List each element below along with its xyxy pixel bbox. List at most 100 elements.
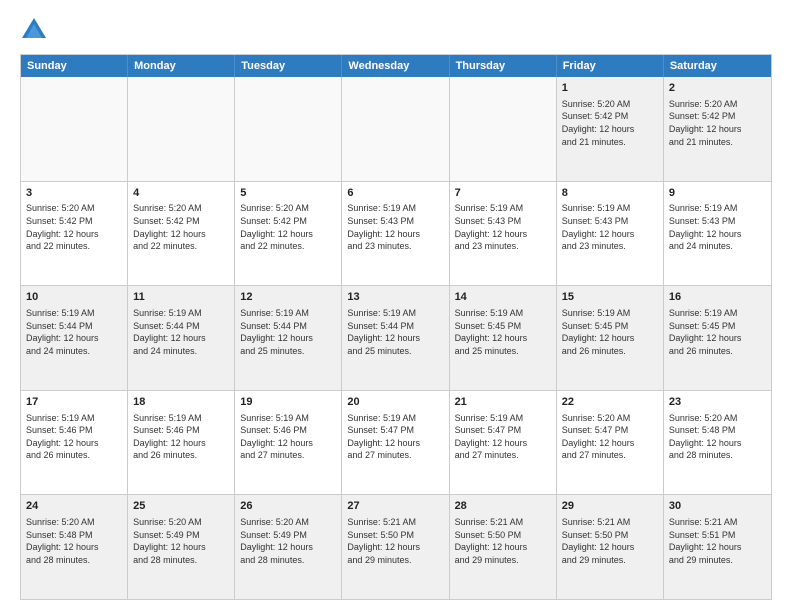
day-info: Sunrise: 5:19 AM Sunset: 5:46 PM Dayligh… xyxy=(26,412,122,462)
calendar-row: 24 Sunrise: 5:20 AM Sunset: 5:48 PM Dayli… xyxy=(21,494,771,599)
day-number: 2 xyxy=(669,81,766,96)
day-info: Sunrise: 5:20 AM Sunset: 5:42 PM Dayligh… xyxy=(240,202,336,252)
day-number: 22 xyxy=(562,395,658,410)
calendar-cell: 10 Sunrise: 5:19 AM Sunset: 5:44 PM Dayli… xyxy=(21,286,128,390)
calendar-cell: 22 Sunrise: 5:20 AM Sunset: 5:47 PM Dayli… xyxy=(557,391,664,495)
day-info: Sunrise: 5:19 AM Sunset: 5:44 PM Dayligh… xyxy=(26,307,122,357)
calendar-cell xyxy=(128,77,235,181)
day-number: 5 xyxy=(240,186,336,201)
weekday-header: Tuesday xyxy=(235,55,342,77)
calendar-cell: 25 Sunrise: 5:20 AM Sunset: 5:49 PM Dayli… xyxy=(128,495,235,599)
calendar-cell: 2 Sunrise: 5:20 AM Sunset: 5:42 PM Daylig… xyxy=(664,77,771,181)
day-info: Sunrise: 5:20 AM Sunset: 5:42 PM Dayligh… xyxy=(26,202,122,252)
day-number: 12 xyxy=(240,290,336,305)
day-number: 6 xyxy=(347,186,443,201)
weekday-header: Wednesday xyxy=(342,55,449,77)
day-number: 17 xyxy=(26,395,122,410)
calendar-cell: 28 Sunrise: 5:21 AM Sunset: 5:50 PM Dayli… xyxy=(450,495,557,599)
day-number: 16 xyxy=(669,290,766,305)
header xyxy=(20,16,772,44)
calendar-cell: 16 Sunrise: 5:19 AM Sunset: 5:45 PM Dayli… xyxy=(664,286,771,390)
day-number: 13 xyxy=(347,290,443,305)
day-info: Sunrise: 5:21 AM Sunset: 5:51 PM Dayligh… xyxy=(669,516,766,566)
day-number: 28 xyxy=(455,499,551,514)
day-info: Sunrise: 5:21 AM Sunset: 5:50 PM Dayligh… xyxy=(455,516,551,566)
weekday-header: Monday xyxy=(128,55,235,77)
day-info: Sunrise: 5:21 AM Sunset: 5:50 PM Dayligh… xyxy=(347,516,443,566)
day-number: 24 xyxy=(26,499,122,514)
calendar-cell: 30Sunrise: 5:21 AM Sunset: 5:51 PM Dayli… xyxy=(664,495,771,599)
day-number: 29 xyxy=(562,499,658,514)
day-info: Sunrise: 5:19 AM Sunset: 5:43 PM Dayligh… xyxy=(562,202,658,252)
calendar-cell: 13Sunrise: 5:19 AM Sunset: 5:44 PM Dayli… xyxy=(342,286,449,390)
day-number: 20 xyxy=(347,395,443,410)
day-number: 25 xyxy=(133,499,229,514)
calendar-cell: 21Sunrise: 5:19 AM Sunset: 5:47 PM Dayli… xyxy=(450,391,557,495)
calendar-cell: 15 Sunrise: 5:19 AM Sunset: 5:45 PM Dayli… xyxy=(557,286,664,390)
logo xyxy=(20,16,52,44)
day-info: Sunrise: 5:19 AM Sunset: 5:44 PM Dayligh… xyxy=(133,307,229,357)
calendar-cell xyxy=(450,77,557,181)
calendar-cell: 19 Sunrise: 5:19 AM Sunset: 5:46 PM Dayli… xyxy=(235,391,342,495)
calendar-cell: 20 Sunrise: 5:19 AM Sunset: 5:47 PM Dayli… xyxy=(342,391,449,495)
day-number: 11 xyxy=(133,290,229,305)
day-info: Sunrise: 5:19 AM Sunset: 5:46 PM Dayligh… xyxy=(240,412,336,462)
day-info: Sunrise: 5:19 AM Sunset: 5:46 PM Dayligh… xyxy=(133,412,229,462)
day-info: Sunrise: 5:19 AM Sunset: 5:43 PM Dayligh… xyxy=(669,202,766,252)
calendar-cell: 26 Sunrise: 5:20 AM Sunset: 5:49 PM Dayli… xyxy=(235,495,342,599)
day-info: Sunrise: 5:19 AM Sunset: 5:45 PM Dayligh… xyxy=(669,307,766,357)
day-info: Sunrise: 5:19 AM Sunset: 5:45 PM Dayligh… xyxy=(562,307,658,357)
day-info: Sunrise: 5:20 AM Sunset: 5:42 PM Dayligh… xyxy=(669,98,766,148)
day-number: 9 xyxy=(669,186,766,201)
day-info: Sunrise: 5:19 AM Sunset: 5:44 PM Dayligh… xyxy=(240,307,336,357)
calendar-cell: 9Sunrise: 5:19 AM Sunset: 5:43 PM Daylig… xyxy=(664,182,771,286)
calendar-cell: 6Sunrise: 5:19 AM Sunset: 5:43 PM Daylig… xyxy=(342,182,449,286)
calendar-cell: 17 Sunrise: 5:19 AM Sunset: 5:46 PM Dayli… xyxy=(21,391,128,495)
calendar-cell xyxy=(21,77,128,181)
day-info: Sunrise: 5:20 AM Sunset: 5:48 PM Dayligh… xyxy=(26,516,122,566)
weekday-header: Thursday xyxy=(450,55,557,77)
calendar-cell: 27Sunrise: 5:21 AM Sunset: 5:50 PM Dayli… xyxy=(342,495,449,599)
day-number: 23 xyxy=(669,395,766,410)
calendar-cell: 3Sunrise: 5:20 AM Sunset: 5:42 PM Daylig… xyxy=(21,182,128,286)
day-info: Sunrise: 5:20 AM Sunset: 5:42 PM Dayligh… xyxy=(133,202,229,252)
calendar-cell: 23 Sunrise: 5:20 AM Sunset: 5:48 PM Dayli… xyxy=(664,391,771,495)
day-number: 19 xyxy=(240,395,336,410)
day-number: 1 xyxy=(562,81,658,96)
day-info: Sunrise: 5:19 AM Sunset: 5:45 PM Dayligh… xyxy=(455,307,551,357)
day-info: Sunrise: 5:21 AM Sunset: 5:50 PM Dayligh… xyxy=(562,516,658,566)
day-info: Sunrise: 5:19 AM Sunset: 5:47 PM Dayligh… xyxy=(455,412,551,462)
day-number: 15 xyxy=(562,290,658,305)
logo-icon xyxy=(20,16,48,44)
calendar-cell: 29 Sunrise: 5:21 AM Sunset: 5:50 PM Dayli… xyxy=(557,495,664,599)
calendar-cell: 11 Sunrise: 5:19 AM Sunset: 5:44 PM Dayli… xyxy=(128,286,235,390)
day-number: 18 xyxy=(133,395,229,410)
calendar-cell: 5Sunrise: 5:20 AM Sunset: 5:42 PM Daylig… xyxy=(235,182,342,286)
calendar-cell xyxy=(342,77,449,181)
calendar-cell: 1Sunrise: 5:20 AM Sunset: 5:42 PM Daylig… xyxy=(557,77,664,181)
day-number: 3 xyxy=(26,186,122,201)
day-info: Sunrise: 5:19 AM Sunset: 5:43 PM Dayligh… xyxy=(455,202,551,252)
weekday-header: Friday xyxy=(557,55,664,77)
page: SundayMondayTuesdayWednesdayThursdayFrid… xyxy=(0,0,792,612)
calendar-cell: 24 Sunrise: 5:20 AM Sunset: 5:48 PM Dayli… xyxy=(21,495,128,599)
day-number: 10 xyxy=(26,290,122,305)
calendar-cell: 7Sunrise: 5:19 AM Sunset: 5:43 PM Daylig… xyxy=(450,182,557,286)
calendar-cell: 4Sunrise: 5:20 AM Sunset: 5:42 PM Daylig… xyxy=(128,182,235,286)
calendar: SundayMondayTuesdayWednesdayThursdayFrid… xyxy=(20,54,772,600)
day-info: Sunrise: 5:20 AM Sunset: 5:48 PM Dayligh… xyxy=(669,412,766,462)
day-info: Sunrise: 5:20 AM Sunset: 5:49 PM Dayligh… xyxy=(133,516,229,566)
calendar-cell: 12 Sunrise: 5:19 AM Sunset: 5:44 PM Dayli… xyxy=(235,286,342,390)
calendar-cell: 14 Sunrise: 5:19 AM Sunset: 5:45 PM Dayli… xyxy=(450,286,557,390)
day-info: Sunrise: 5:19 AM Sunset: 5:47 PM Dayligh… xyxy=(347,412,443,462)
weekday-header: Saturday xyxy=(664,55,771,77)
day-number: 26 xyxy=(240,499,336,514)
day-info: Sunrise: 5:20 AM Sunset: 5:49 PM Dayligh… xyxy=(240,516,336,566)
calendar-header: SundayMondayTuesdayWednesdayThursdayFrid… xyxy=(21,55,771,77)
calendar-row: 1 Sunrise: 5:20 AM Sunset: 5:42 PM Daylig… xyxy=(21,77,771,181)
day-number: 8 xyxy=(562,186,658,201)
day-number: 4 xyxy=(133,186,229,201)
day-number: 14 xyxy=(455,290,551,305)
calendar-body: 1 Sunrise: 5:20 AM Sunset: 5:42 PM Daylig… xyxy=(21,77,771,599)
day-info: Sunrise: 5:20 AM Sunset: 5:47 PM Dayligh… xyxy=(562,412,658,462)
